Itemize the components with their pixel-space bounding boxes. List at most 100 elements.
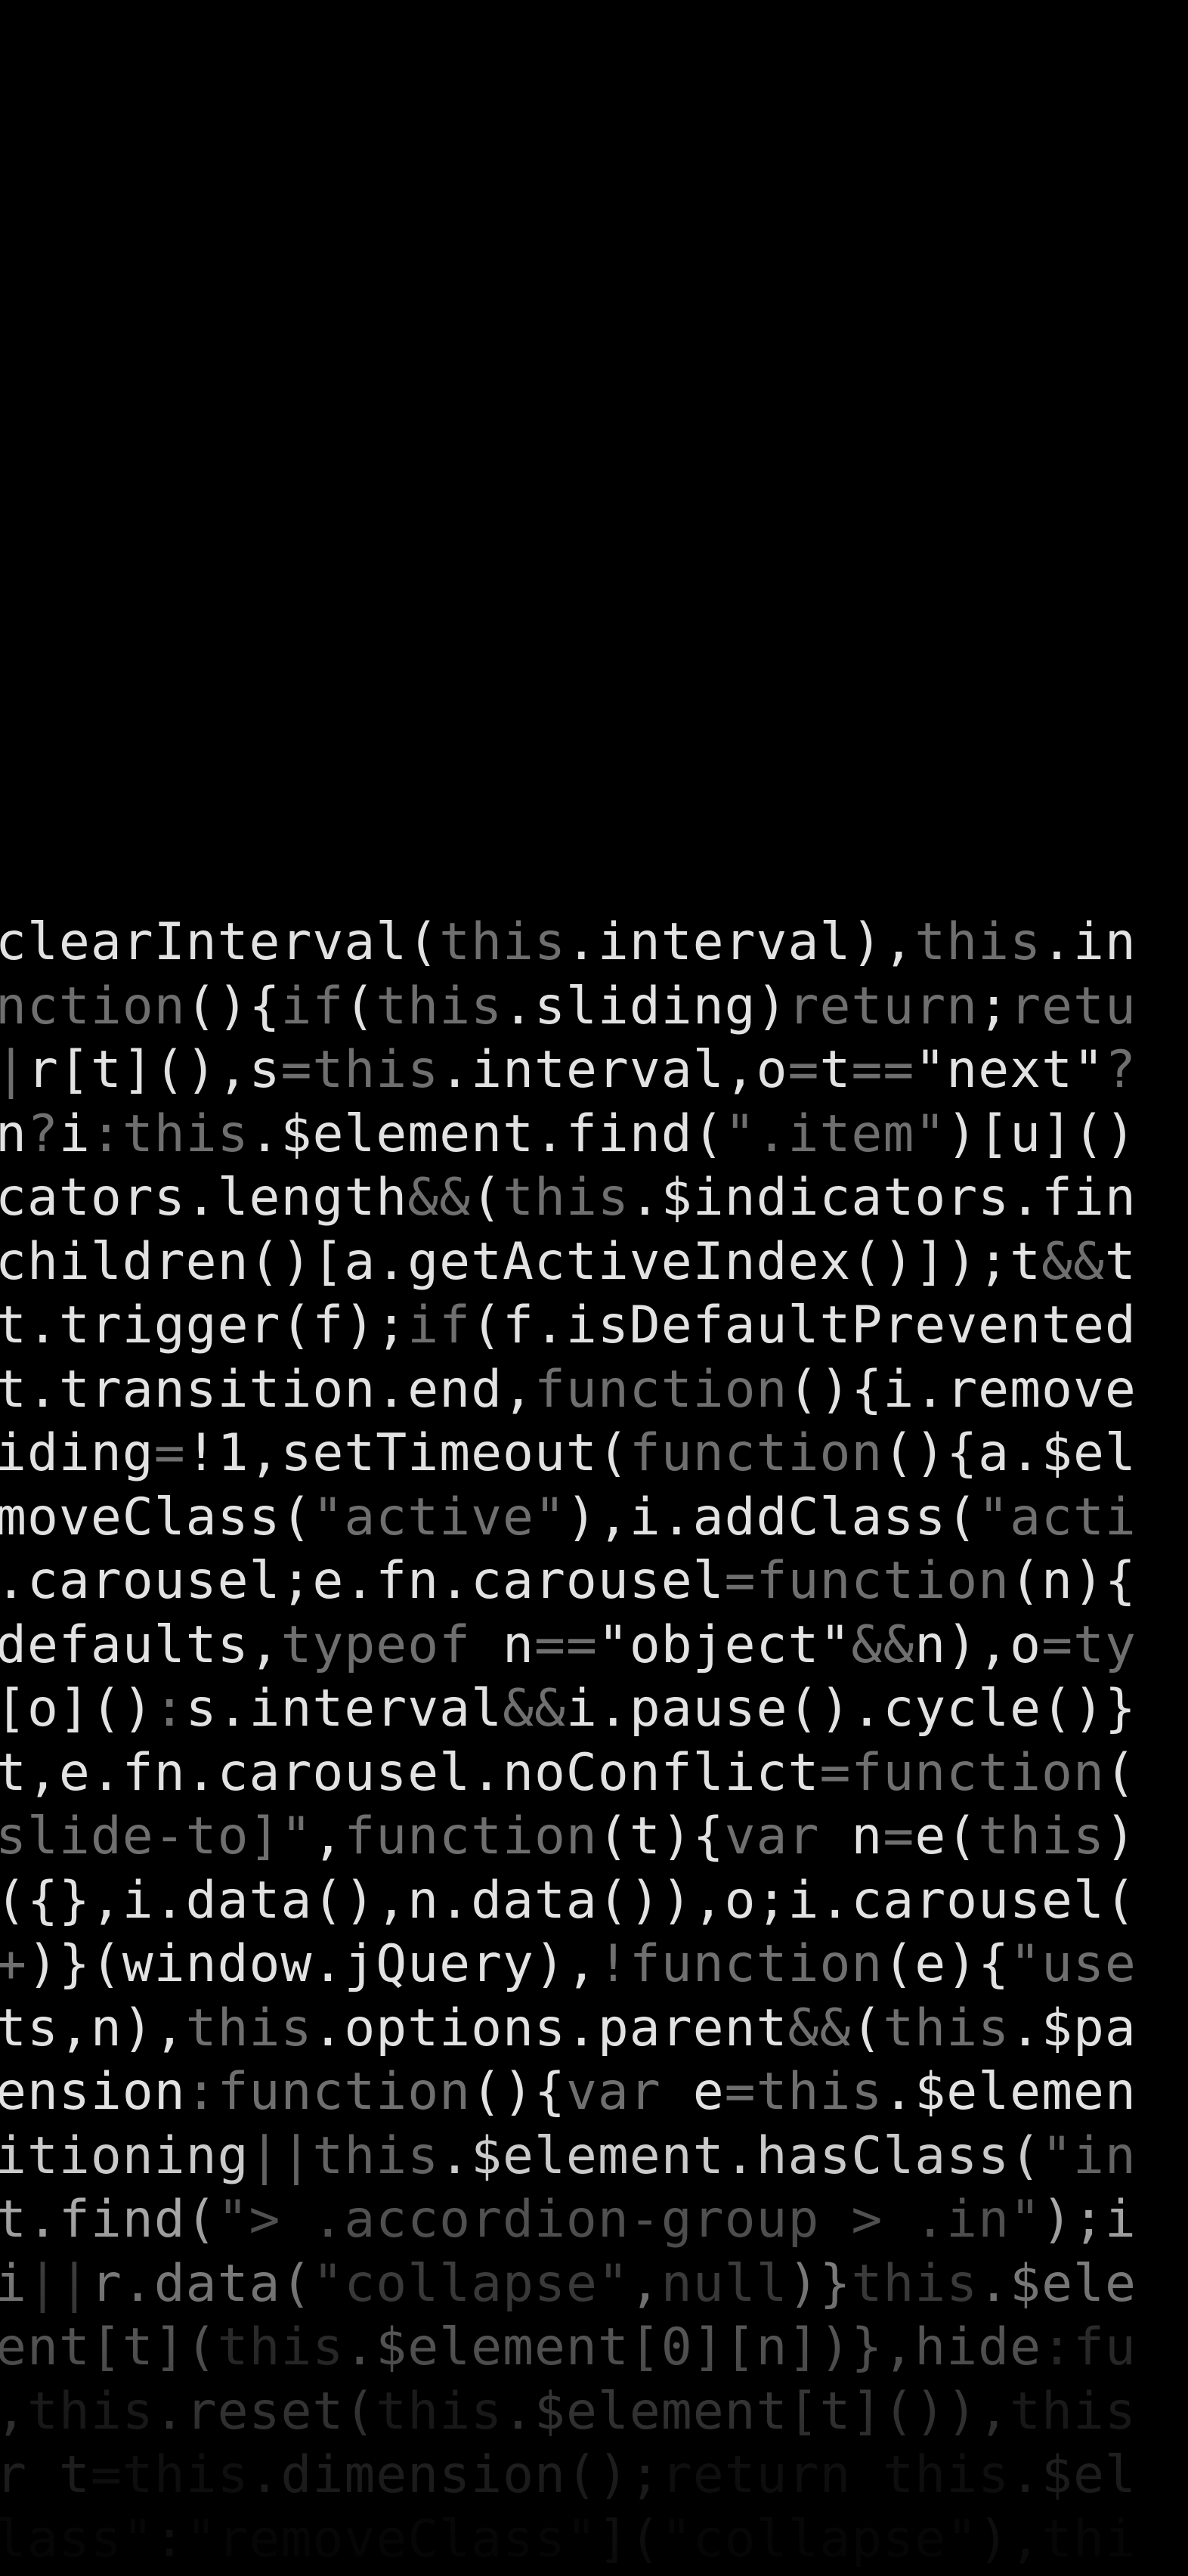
code-keyword: return — [787, 976, 979, 1036]
code-text: .$element.hasClass( — [439, 2126, 1042, 2186]
code-text: t — [819, 1040, 852, 1100]
code-keyword: function — [851, 1742, 1105, 1803]
code-keyword: && — [503, 1679, 566, 1738]
code-text: .carousel;e.fn.carousel — [0, 1551, 725, 1611]
code-line: [o]():s.interval&&i.pause().cycle()} — [0, 1677, 1188, 1742]
code-keyword: && — [787, 1998, 852, 2058]
code-keyword: !function — [597, 1934, 883, 1994]
code-text: .interval), — [565, 912, 915, 972]
code-keyword: || — [26, 2253, 91, 2314]
code-keyword: this — [26, 2381, 154, 2441]
code-keyword: + — [0, 1934, 27, 1994]
code-keyword: this — [122, 2445, 249, 2505]
code-text: (){ — [185, 976, 281, 1036]
code-text: (e){ — [883, 1934, 1010, 1994]
code-line: clearInterval(this.interval),this.in — [0, 911, 1188, 975]
code-keyword: = — [787, 1040, 820, 1100]
code-keyword: var — [565, 2062, 661, 2122]
code-text: .dimension(); — [249, 2445, 661, 2505]
code-keyword: typeof — [280, 1615, 472, 1675]
code-text: ) — [1104, 1807, 1137, 1866]
code-text: )}(window.jQuery), — [26, 1934, 598, 1994]
code-line: itioning||this.$element.hasClass("in — [0, 2125, 1188, 2189]
code-keyword: "active" — [312, 1487, 566, 1547]
code-keyword: this — [851, 2253, 979, 2314]
code-text: .$element[t]()), — [503, 2381, 1010, 2441]
code-keyword: this — [217, 2317, 345, 2377]
code-line: t,e.fn.carousel.noConflict=function( — [0, 1742, 1188, 1806]
code-text: n — [0, 1104, 27, 1164]
code-text: ( — [851, 1998, 883, 2058]
code-text: i — [0, 2253, 27, 2314]
code-text: .$el — [1010, 2445, 1137, 2505]
code-text: );i — [1041, 2190, 1137, 2249]
code-text: r t — [0, 2445, 91, 2505]
code-keyword: this — [122, 1104, 249, 1164]
code-text: s.interval — [185, 1679, 503, 1738]
code-line: .carousel;e.fn.carousel=function(n){ — [0, 1550, 1188, 1614]
code-text: : — [153, 2509, 186, 2569]
code-text: n — [819, 1807, 883, 1866]
code-keyword: this — [185, 1998, 313, 2058]
code-text: "object" — [597, 1615, 852, 1675]
code-keyword: "collapse" — [312, 2253, 630, 2314]
code-keyword: function — [629, 1423, 883, 1483]
code-text: i — [58, 1104, 91, 1164]
code-keyword: = — [280, 1040, 313, 1100]
code-text: .in — [1041, 912, 1137, 972]
code-keyword: "use — [1010, 1934, 1137, 1994]
code-keyword: : — [90, 1104, 122, 1164]
code-line: t.transition.end,function(){i.remove — [0, 1358, 1188, 1423]
code-text: .$pa — [1010, 1998, 1137, 2058]
code-text: !1,setTimeout( — [185, 1423, 630, 1483]
code-text: cators.length — [0, 1168, 408, 1228]
code-line: slide-to]",function(t){var n=e(this) — [0, 1805, 1188, 1869]
code-keyword: slide-to]" — [0, 1807, 313, 1866]
code-keyword: return — [661, 2445, 852, 2505]
code-text: ( — [471, 1168, 503, 1228]
code-keyword: = — [883, 1807, 915, 1866]
code-text: ( — [344, 976, 376, 1036]
code-line: i||r.data("collapse",null)}this.$ele — [0, 2252, 1188, 2317]
code-text: n — [471, 1615, 534, 1675]
code-text: e( — [914, 1807, 979, 1866]
code-keyword: this — [756, 2062, 883, 2122]
code-keyword: if — [407, 1296, 472, 1355]
code-text: r[t](),s — [26, 1040, 281, 1100]
code-text: ent[t]( — [0, 2317, 218, 2377]
code-line: moveClass("active"),i.addClass("acti — [0, 1486, 1188, 1550]
code-text: (t){ — [597, 1807, 725, 1866]
code-keyword: :fu — [1041, 2317, 1137, 2377]
code-text: ({},i.data(),n.data()),o;i.carousel( — [0, 1870, 1137, 1930]
code-keyword: retu — [1010, 976, 1137, 1036]
code-line: n?i:this.$element.find(".item")[u]() — [0, 1103, 1188, 1167]
code-line: t.find("> .accordion-group > .in");i — [0, 2188, 1188, 2252]
code-keyword: : — [153, 1679, 186, 1738]
code-text: .$element[0][n])},hide — [344, 2317, 1042, 2377]
code-line: |r[t](),s=this.interval,o=t=="next"? — [0, 1039, 1188, 1103]
code-line: ts,n),this.options.parent&&(this.$pa — [0, 1997, 1188, 2061]
code-text: ; — [978, 976, 1010, 1036]
code-keyword: ".item" — [724, 1104, 947, 1164]
code-text: (f.isDefaultPrevented — [471, 1296, 1137, 1355]
code-keyword: function — [756, 1551, 1010, 1611]
code-line: lass":"removeClass"]("collapse"),thi — [0, 2508, 1188, 2572]
code-text: (n){ — [1010, 1551, 1137, 1611]
code-text: [o]() — [0, 1679, 154, 1738]
code-keyword: ? — [26, 1104, 59, 1164]
code-line: iding=!1,setTimeout(function(){a.$el — [0, 1422, 1188, 1486]
code-keyword: = — [153, 1423, 186, 1483]
code-keyword: "> .accordion-group > .in" — [217, 2190, 1042, 2249]
code-text: .interval,o — [439, 1040, 788, 1100]
code-keyword: this — [376, 976, 503, 1036]
code-line: nction(){if(this.sliding)return;retu — [0, 975, 1188, 1039]
code-keyword: nction — [0, 976, 186, 1036]
code-text: .$ele — [978, 2253, 1137, 2314]
code-keyword: this — [312, 2126, 440, 2186]
code-keyword: && — [1041, 1231, 1105, 1292]
code-keyword: function — [344, 1807, 598, 1866]
code-text: n),o — [914, 1615, 1042, 1675]
code-text: t,e.fn.carousel.noConflict — [0, 1742, 820, 1803]
code-keyword: this — [978, 1807, 1105, 1866]
code-text: t.transition.end, — [0, 1359, 534, 1420]
